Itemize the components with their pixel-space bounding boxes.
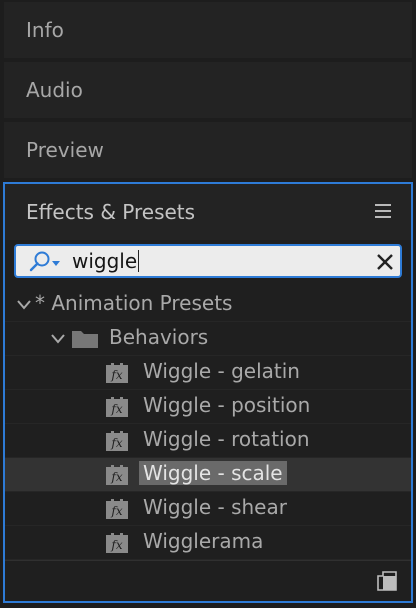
panel-tab-label: Info (26, 18, 64, 42)
tree-folder-behaviors[interactable]: Behaviors (5, 322, 411, 356)
tree-preset-item[interactable]: fx Wigglerama (5, 526, 411, 560)
chevron-down-icon[interactable] (51, 334, 65, 344)
tree-preset-item[interactable]: fx Wiggle - rotation (5, 424, 411, 458)
tree-item-label: Wigglerama (143, 529, 264, 553)
panel-tab-label: Audio (26, 78, 83, 102)
tree-item-label: Behaviors (109, 325, 209, 349)
tree-item-label: Wiggle - position (143, 393, 311, 417)
new-bin-icon[interactable] (377, 571, 397, 591)
tree-item-label: Wiggle - gelatin (143, 359, 300, 383)
tree-item-label: Wiggle - scale (139, 461, 287, 485)
svg-text:fx: fx (110, 538, 122, 552)
effects-presets-panel: Effects & Presets wiggle * Animation Pre… (3, 182, 413, 603)
magnifier-dropdown-icon[interactable] (28, 251, 64, 273)
folder-icon (72, 331, 98, 348)
tree-item-label: Wiggle - shear (143, 495, 287, 519)
panel-header: Effects & Presets (5, 184, 411, 240)
panel-tab-label: Preview (26, 138, 104, 162)
fx-preset-icon: fx (106, 363, 128, 383)
panel-tab-info[interactable]: Info (4, 2, 412, 58)
svg-text:fx: fx (110, 368, 122, 382)
chevron-down-icon[interactable] (17, 300, 31, 310)
panel-footer (5, 560, 411, 601)
fx-preset-icon: fx (106, 431, 128, 451)
svg-text:fx: fx (110, 436, 122, 450)
tree-preset-item[interactable]: fx Wiggle - shear (5, 492, 411, 526)
fx-preset-icon: fx (106, 465, 128, 485)
panel-tab-audio[interactable]: Audio (4, 62, 412, 118)
tree-preset-item[interactable]: fx Wiggle - position (5, 390, 411, 424)
fx-preset-icon: fx (106, 499, 128, 519)
svg-text:fx: fx (110, 470, 122, 484)
svg-text:fx: fx (110, 504, 122, 518)
fx-preset-icon: fx (106, 533, 128, 553)
fx-preset-icon: fx (106, 397, 128, 417)
close-icon[interactable] (376, 253, 394, 271)
panel-title: Effects & Presets (26, 200, 196, 224)
tree-preset-item[interactable]: fx Wiggle - gelatin (5, 356, 411, 390)
tree-item-label: Wiggle - rotation (143, 427, 310, 451)
search-input[interactable]: wiggle (14, 244, 402, 278)
svg-text:fx: fx (110, 402, 122, 416)
tree-preset-item-selected[interactable]: fx Wiggle - scale (5, 458, 411, 492)
panel-tab-preview[interactable]: Preview (4, 122, 412, 178)
search-value[interactable]: wiggle (72, 249, 140, 273)
hamburger-menu-icon[interactable] (375, 204, 391, 218)
tree-item-label: * Animation Presets (35, 291, 233, 315)
tree-group-animation-presets[interactable]: * Animation Presets (5, 288, 411, 322)
